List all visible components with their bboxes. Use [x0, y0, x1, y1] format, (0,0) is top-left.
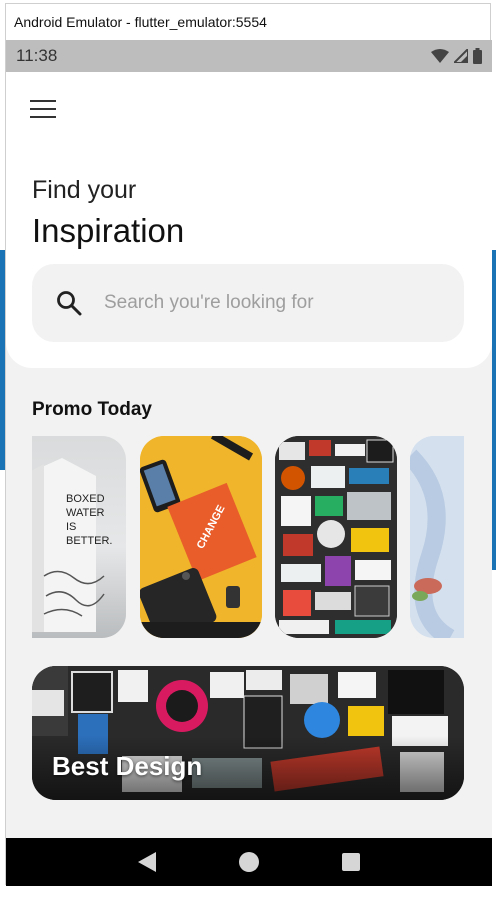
best-design-banner[interactable]: Best Design: [32, 666, 464, 800]
search-input[interactable]: [104, 292, 424, 314]
boxed-water-image: BOXED WATER IS BETTER.: [32, 458, 112, 632]
cellular-signal-icon: [454, 49, 468, 63]
promo-card-change-by-design[interactable]: CHANGE: [140, 436, 262, 638]
back-icon[interactable]: [136, 851, 158, 873]
hand-painting-image: [410, 436, 464, 638]
promo-today-title: Promo Today: [32, 399, 152, 420]
wifi-icon: [431, 49, 449, 63]
device-screen: 11:38 Find your Inspiration Promo Today: [6, 40, 492, 886]
promo-card-hand-painting[interactable]: [410, 436, 464, 638]
best-design-label: Best Design: [52, 751, 203, 781]
menu-icon[interactable]: [30, 100, 58, 122]
svg-text:IS: IS: [66, 521, 76, 533]
promo-card-boxed-water[interactable]: BOXED WATER IS BETTER.: [32, 436, 126, 638]
search-icon: [57, 291, 82, 316]
android-nav-bar: [6, 838, 492, 886]
window-title-bar: Android Emulator - flutter_emulator:5554: [6, 4, 490, 40]
find-your-text: Find your: [32, 176, 137, 204]
emulator-window: Android Emulator - flutter_emulator:5554…: [5, 3, 492, 886]
recents-icon[interactable]: [340, 851, 362, 873]
svg-text:BETTER.: BETTER.: [66, 535, 112, 547]
change-by-design-image: CHANGE: [140, 436, 262, 638]
promo-card-sticker-wall[interactable]: [275, 436, 397, 638]
inspiration-title: Inspiration: [32, 212, 185, 249]
window-title: Android Emulator - flutter_emulator:5554: [14, 14, 267, 30]
header-card: Find your Inspiration: [6, 72, 492, 368]
status-time: 11:38: [16, 46, 58, 65]
status-icons: [431, 48, 482, 64]
sticker-wall-image: [275, 436, 397, 638]
svg-text:WATER: WATER: [66, 507, 105, 519]
status-bar: 11:38: [6, 40, 492, 72]
search-bar[interactable]: [32, 264, 464, 342]
svg-text:BOXED: BOXED: [66, 493, 105, 505]
home-icon[interactable]: [238, 851, 260, 873]
promo-carousel[interactable]: BOXED WATER IS BETTER. CHANGE: [32, 436, 464, 638]
battery-icon: [473, 48, 482, 64]
